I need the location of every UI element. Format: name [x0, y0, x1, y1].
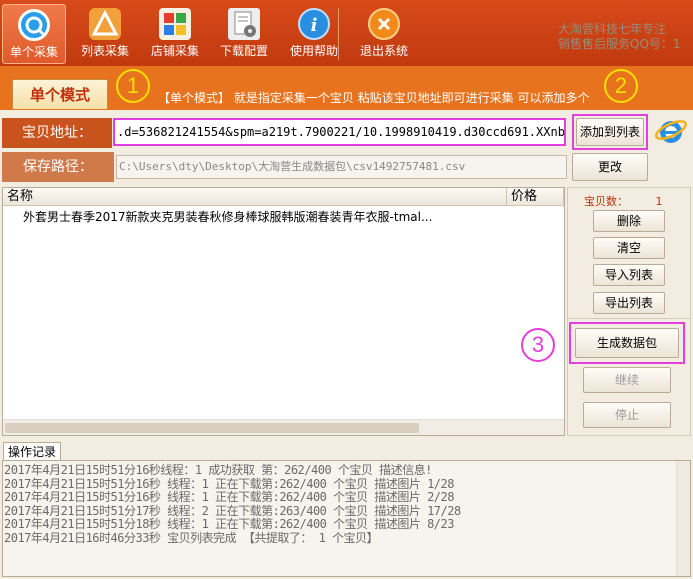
continue-button[interactable]: 继续	[583, 367, 671, 393]
item-table: 名称 价格 外套男士春季2017新款夹克男装春秋修身棒球服韩版潮春装青年衣服-t…	[2, 187, 565, 436]
toolbar-label: 店铺采集	[150, 44, 199, 58]
url-label: 宝贝地址：	[2, 118, 112, 148]
item-count-value: 1	[655, 195, 663, 208]
change-path-button[interactable]: 更改	[572, 153, 648, 181]
brand-line: 大淘营科技七年专注	[558, 22, 667, 36]
info-icon: i	[298, 8, 330, 40]
vertical-scrollbar[interactable]	[676, 461, 690, 576]
toolbar-separator	[338, 8, 339, 60]
horizontal-scrollbar[interactable]	[3, 419, 564, 435]
item-count-label: 宝贝数：	[584, 195, 628, 208]
log-line: 2017年4月21日15时51分16秒 线程：1 正在下载第:262/400 个…	[4, 476, 454, 491]
triangle-icon	[89, 8, 121, 40]
toolbar-label: 使用帮助	[289, 44, 338, 58]
tab-single-mode[interactable]: 单个模式	[12, 79, 108, 109]
toolbar-label: 退出系统	[359, 44, 408, 58]
toolbar-label: 列表采集	[80, 44, 129, 58]
save-path-label: 保存路径：	[2, 152, 114, 182]
mode-description: 【单个模式】 就是指定采集一个宝贝 粘贴该宝贝地址即可进行采集 可以添加多个	[158, 91, 590, 105]
step-marker: 2	[604, 69, 638, 103]
store-icon	[159, 8, 191, 40]
toolbar-label: 下载配置	[219, 44, 268, 58]
brand-text: 大淘营科技七年专注 销售售后服务QQ号：1	[558, 22, 693, 52]
settings-doc-icon	[228, 8, 260, 40]
step-marker: 1	[116, 69, 150, 103]
side-divider	[567, 318, 691, 319]
url-input[interactable]: .d=536821241554&spm=a219t.7900221/10.199…	[113, 118, 566, 146]
save-path-input[interactable]: C:\Users\dty\Desktop\大淘营生成数据包\csv1492757…	[116, 155, 567, 179]
operation-log: 2017年4月21日15时51分16秒线程：1 成功获取 第：262/400 个…	[2, 460, 691, 577]
delete-button[interactable]: 删除	[593, 210, 665, 232]
log-line: 2017年4月21日16时46分33秒 宝贝列表完成 【共提取了： 1 个宝贝】	[4, 530, 379, 545]
toolbar-list-collect-button[interactable]: 列表采集	[73, 4, 137, 64]
svg-text:i: i	[311, 15, 318, 36]
log-line: 2017年4月21日15时51分17秒 线程：2 正在下载第:263/400 个…	[4, 503, 461, 518]
clear-button[interactable]: 清空	[593, 237, 665, 259]
stop-button[interactable]: 停止	[583, 402, 671, 428]
export-list-button[interactable]: 导出列表	[593, 292, 665, 314]
generate-package-button[interactable]: 生成数据包	[575, 328, 679, 358]
step-marker: 3	[521, 328, 555, 362]
browser-icon[interactable]	[654, 114, 688, 148]
toolbar-label: 单个采集	[9, 45, 58, 59]
brand-line: 销售售后服务QQ号：1	[558, 37, 681, 51]
table-row[interactable]: 外套男士春季2017新款夹克男装春秋修身棒球服韩版潮春装青年衣服-tmal...	[3, 208, 563, 226]
toolbar-store-collect-button[interactable]: 店铺采集	[143, 4, 207, 64]
item-count: 宝贝数： 1	[584, 193, 663, 209]
column-header-price[interactable]: 价格	[507, 188, 564, 206]
toolbar-help-button[interactable]: i 使用帮助	[282, 4, 346, 64]
close-icon	[368, 8, 400, 40]
import-list-button[interactable]: 导入列表	[593, 264, 665, 286]
column-header-name[interactable]: 名称	[3, 188, 507, 206]
add-to-list-button[interactable]: 添加到列表	[576, 118, 644, 146]
toolbar-download-config-button[interactable]: 下载配置	[212, 4, 276, 64]
tab-operation-log[interactable]: 操作记录	[3, 442, 61, 461]
log-line: 2017年4月21日15时51分18秒 线程：1 正在下载第:262/400 个…	[4, 517, 454, 531]
toolbar-exit-button[interactable]: 退出系统	[352, 4, 416, 64]
top-toolbar: 单个采集 列表采集 店铺采集 下载配置 i 使用帮助 退出系统 大淘营科技七年专…	[0, 0, 693, 66]
log-line: 2017年4月21日15时51分16秒 线程：1 正在下载第:262/400 个…	[4, 490, 454, 504]
scrollbar-thumb[interactable]	[5, 423, 419, 433]
toolbar-single-collect-button[interactable]: 单个采集	[2, 4, 66, 64]
search-q-icon	[18, 9, 50, 41]
log-line: 2017年4月21日15时51分16秒线程：1 成功获取 第：262/400 个…	[4, 463, 432, 477]
